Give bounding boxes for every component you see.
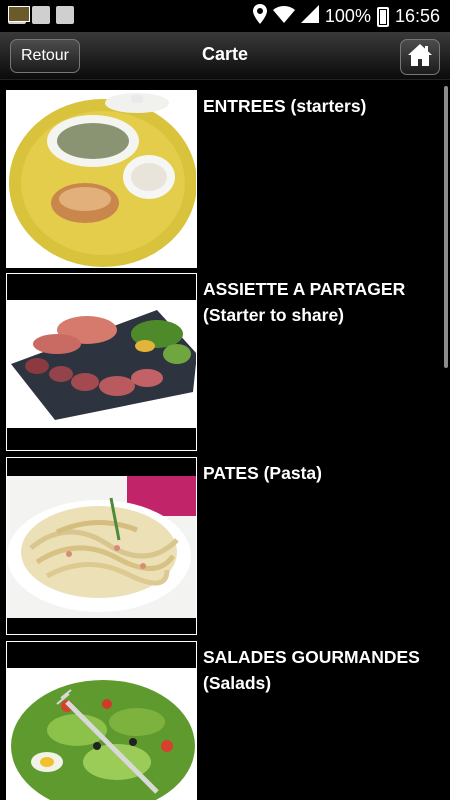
signal-icon (300, 5, 319, 28)
page-title: Carte (201, 44, 249, 64)
menu-item-title: ASSIETTE A PARTAGER (Starter to share) (203, 276, 435, 328)
home-button[interactable] (400, 39, 440, 75)
battery-percent: 100% (324, 6, 371, 26)
menu-item-sublabel: (Starter to share) (203, 305, 345, 325)
menu-item-salads[interactable]: SALADES GOURMANDES (Salads) (6, 641, 436, 800)
salads-photo (6, 641, 197, 800)
menu-item-title: SALADES GOURMANDES (Salads) (203, 644, 435, 696)
battery-icon (376, 6, 389, 27)
menu-item-title: ENTREES (starters) (203, 93, 435, 119)
menu-item-label: ENTREES (starters) (203, 96, 367, 116)
menu-item-sublabel: (Salads) (203, 673, 272, 693)
menu-item-label: SALADES GOURMANDES (203, 647, 420, 667)
image-notification-icon (56, 6, 74, 24)
clock: 16:56 (394, 6, 440, 26)
status-bar: 100% 16:56 (0, 0, 450, 32)
nav-bar: Retour Carte (0, 32, 450, 80)
system-status: 100% 16:56 (252, 4, 440, 29)
menu-item-title: PATES (Pasta) (203, 460, 435, 486)
starter-to-share-photo (6, 273, 197, 451)
home-icon (407, 43, 433, 72)
menu-item-label: ASSIETTE A PARTAGER (203, 279, 406, 299)
pasta-photo (6, 457, 197, 635)
location-pin-icon (252, 4, 267, 29)
app-thumbnail-icon (8, 6, 30, 22)
menu-item-starters[interactable]: ENTREES (starters) (6, 90, 436, 268)
menu-list[interactable]: ENTREES (starters) ASSIETTE A PARTAGER (… (0, 88, 450, 800)
menu-item-label: PATES (Pasta) (203, 463, 322, 483)
scrollbar[interactable] (444, 86, 448, 368)
wifi-icon (272, 5, 295, 28)
starters-photo (6, 90, 197, 268)
menu-item-pasta[interactable]: PATES (Pasta) (6, 457, 436, 635)
notification-icons (8, 6, 74, 24)
menu-item-starter-to-share[interactable]: ASSIETTE A PARTAGER (Starter to share) (6, 273, 436, 451)
mail-notification-icon (32, 6, 50, 24)
